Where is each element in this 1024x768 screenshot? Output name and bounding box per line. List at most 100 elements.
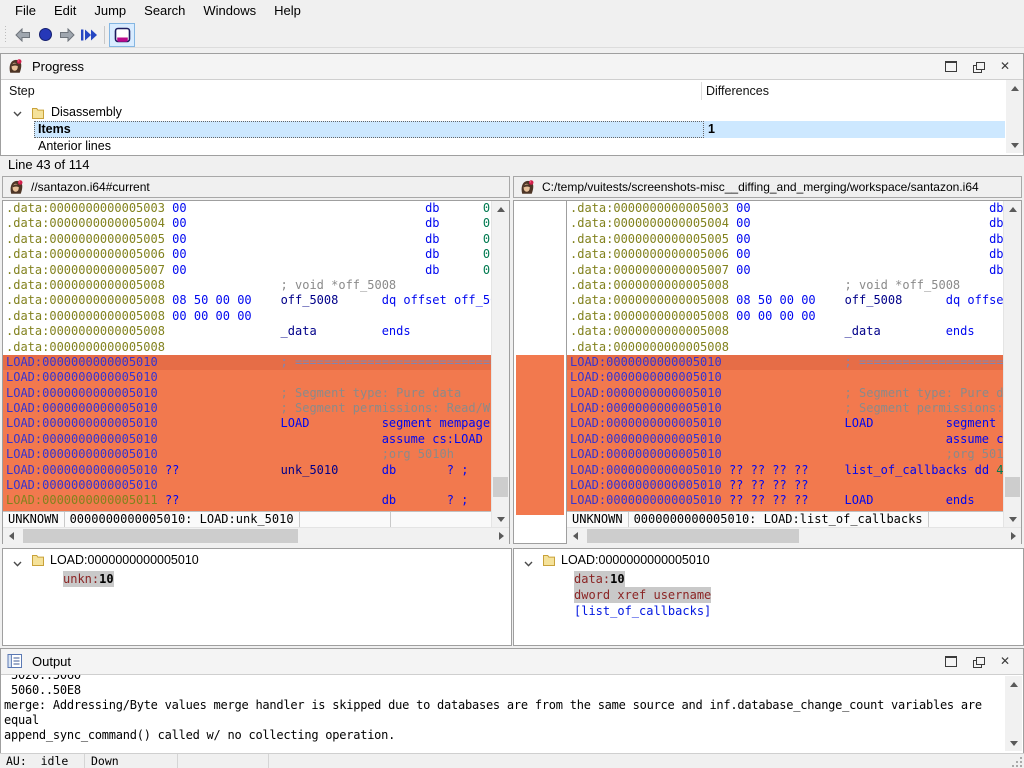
progress-scrollbar[interactable] xyxy=(1006,80,1023,153)
restore-icon[interactable] xyxy=(972,61,984,72)
tree-root-row[interactable]: LOAD:0000000000005010 xyxy=(3,549,511,571)
listing-line[interactable]: LOAD:0000000000005010 ; Segment type: Pu… xyxy=(3,386,491,401)
scroll-thumb[interactable] xyxy=(1005,477,1020,497)
listing-line[interactable]: LOAD:0000000000005010 xyxy=(3,478,491,493)
listing-line[interactable]: LOAD:0000000000005011 ?? db ? ; xyxy=(3,493,491,508)
listing-line[interactable]: LOAD:0000000000005010 ?? ?? ?? ?? list_o… xyxy=(567,463,1003,478)
listing-line[interactable]: .data:0000000000005005 00 db 0 xyxy=(3,232,491,247)
listing-line[interactable]: LOAD:0000000000005010 ;org 5010h xyxy=(3,447,491,462)
listing-line[interactable]: LOAD:0000000000005010 ; ================… xyxy=(567,355,1003,370)
menu-item-help[interactable]: Help xyxy=(265,0,310,22)
scroll-thumb[interactable] xyxy=(587,529,799,543)
tree-row-disassembly[interactable]: Disassembly xyxy=(1,104,1005,121)
listing-line[interactable]: LOAD:0000000000005010 ; Segment type: Pu… xyxy=(567,386,1003,401)
scroll-track[interactable] xyxy=(1004,217,1021,511)
listing-line[interactable]: LOAD:0000000000005010 ?? ?? ?? ?? LOAD e… xyxy=(567,493,1003,508)
listing-line[interactable]: .data:0000000000005008 ; void *off_5008 xyxy=(567,278,1003,293)
listing-line[interactable]: .data:0000000000005008 00 00 00 00 xyxy=(567,309,1003,324)
tree-child-item[interactable]: dword xref username xyxy=(574,587,711,603)
listing-line[interactable]: .data:0000000000005005 00 db 0 xyxy=(567,232,1003,247)
right-horizontal-scrollbar[interactable] xyxy=(567,527,1021,544)
listing-line[interactable]: LOAD:0000000000005010 assume cs:LOAD xyxy=(3,432,491,447)
scroll-up-button[interactable] xyxy=(492,201,509,217)
menu-item-edit[interactable]: Edit xyxy=(45,0,85,22)
blue-dot-icon[interactable] xyxy=(34,24,56,46)
scroll-down-button[interactable] xyxy=(1004,511,1021,527)
scroll-track[interactable] xyxy=(583,528,1005,544)
toolbar-grip[interactable] xyxy=(3,26,8,44)
column-header-differences[interactable]: Differences xyxy=(706,80,769,102)
listing-line[interactable]: .data:0000000000005008 ; void *off_5008 xyxy=(3,278,491,293)
output-scrollbar[interactable] xyxy=(1005,676,1022,751)
close-icon[interactable]: ✕ xyxy=(999,61,1011,72)
scroll-track[interactable] xyxy=(19,528,493,544)
scroll-right-button[interactable] xyxy=(493,528,509,544)
listing-line[interactable]: LOAD:0000000000005010 ; Segment permissi… xyxy=(567,401,1003,416)
display-icon[interactable] xyxy=(109,23,135,47)
scroll-up-button[interactable] xyxy=(1006,80,1023,96)
maximize-icon[interactable] xyxy=(945,656,957,667)
listing-line[interactable]: .data:0000000000005008 xyxy=(567,340,1003,355)
listing-line[interactable]: .data:0000000000005008 xyxy=(3,340,491,355)
listing-line[interactable]: .data:0000000000005003 00 db 0 xyxy=(567,201,1003,216)
resize-grip[interactable] xyxy=(1012,757,1021,766)
listing-line[interactable]: LOAD:0000000000005010 xyxy=(3,370,491,385)
listing-line[interactable]: .data:0000000000005008 08 50 00 00 off_5… xyxy=(567,293,1003,308)
listing-line[interactable]: LOAD:0000000000005010 ;org 5010h xyxy=(567,447,1003,462)
listing-line[interactable]: LOAD:0000000000005010 ; ================… xyxy=(3,355,491,370)
scroll-track[interactable] xyxy=(492,217,509,511)
scroll-up-button[interactable] xyxy=(1005,676,1022,692)
tree-child-item[interactable]: data:10 xyxy=(574,571,625,587)
chevron-down-icon[interactable] xyxy=(523,556,534,574)
scroll-thumb[interactable] xyxy=(493,477,508,497)
listing-line[interactable]: LOAD:0000000000005010 LOAD segment mempa… xyxy=(3,416,491,431)
right-vertical-scrollbar[interactable] xyxy=(1003,201,1021,527)
merge-gutter[interactable] xyxy=(514,201,566,543)
tree-child-item[interactable]: unkn:10 xyxy=(63,571,114,587)
column-header-step[interactable]: Step xyxy=(9,80,35,102)
scroll-up-button[interactable] xyxy=(1004,201,1021,217)
listing-line[interactable]: LOAD:0000000000005010 LOAD segment mempa… xyxy=(567,416,1003,431)
scroll-down-button[interactable] xyxy=(492,511,509,527)
listing-line[interactable]: .data:0000000000005008 _data ends xyxy=(567,324,1003,339)
listing-line[interactable]: .data:0000000000005008 08 50 00 00 off_5… xyxy=(3,293,491,308)
scroll-track[interactable] xyxy=(1006,96,1023,137)
scroll-down-button[interactable] xyxy=(1006,137,1023,153)
listing-line[interactable]: LOAD:0000000000005010 assume cs:LOAD xyxy=(567,432,1003,447)
listing-line[interactable]: .data:0000000000005004 00 db 0 xyxy=(3,216,491,231)
progress-titlebar[interactable]: Progress ✕ xyxy=(1,54,1023,80)
listing-line[interactable]: .data:0000000000005007 00 db 0 xyxy=(3,263,491,278)
listing-line[interactable]: .data:0000000000005004 00 db 0 xyxy=(567,216,1003,231)
listing-line[interactable]: LOAD:0000000000005010 ?? ?? ?? ?? xyxy=(567,478,1003,493)
listing-line[interactable]: LOAD:0000000000005010 ; Segment permissi… xyxy=(3,401,491,416)
left-horizontal-scrollbar[interactable] xyxy=(3,527,509,544)
scroll-left-button[interactable] xyxy=(3,528,19,544)
tree-child-item[interactable]: [list_of_callbacks] xyxy=(574,603,711,619)
chevron-down-icon[interactable] xyxy=(12,556,23,574)
menu-item-file[interactable]: File xyxy=(6,0,45,22)
listing-line[interactable]: .data:0000000000005007 00 db 0 xyxy=(567,263,1003,278)
fast-forward-icon[interactable] xyxy=(78,24,100,46)
scroll-right-button[interactable] xyxy=(1005,528,1021,544)
listing-line[interactable]: .data:0000000000005008 00 00 00 00 xyxy=(3,309,491,324)
tree-row-items[interactable]: Items 1 xyxy=(1,121,1005,138)
output-titlebar[interactable]: Output ✕ xyxy=(1,649,1023,675)
listing-line[interactable]: .data:0000000000005003 00 db 0 xyxy=(3,201,491,216)
left-vertical-scrollbar[interactable] xyxy=(491,201,509,527)
forward-arrow-icon[interactable] xyxy=(56,24,78,46)
output-log[interactable]: 5020..5060 5060..50E8merge: Addressing/B… xyxy=(1,675,1023,752)
menu-item-jump[interactable]: Jump xyxy=(85,0,135,22)
listing-line[interactable]: LOAD:0000000000005010 ?? unk_5010 db ? ; xyxy=(3,463,491,478)
diff-region-marker[interactable] xyxy=(516,355,564,515)
maximize-icon[interactable] xyxy=(945,61,957,72)
listing-line[interactable]: .data:0000000000005006 00 db 0 xyxy=(567,247,1003,262)
scroll-thumb[interactable] xyxy=(23,529,298,543)
tree-row-anterior-lines[interactable]: Anterior lines xyxy=(1,138,1005,154)
menu-item-search[interactable]: Search xyxy=(135,0,194,22)
scroll-down-button[interactable] xyxy=(1005,735,1022,751)
right-pane-header[interactable]: C:/temp/vuitests/screenshots-misc__diffi… xyxy=(513,176,1022,198)
scroll-left-button[interactable] xyxy=(567,528,583,544)
tree-root-row[interactable]: LOAD:0000000000005010 xyxy=(514,549,1023,571)
scroll-track[interactable] xyxy=(1005,692,1022,735)
listing-line[interactable]: LOAD:0000000000005010 xyxy=(567,370,1003,385)
